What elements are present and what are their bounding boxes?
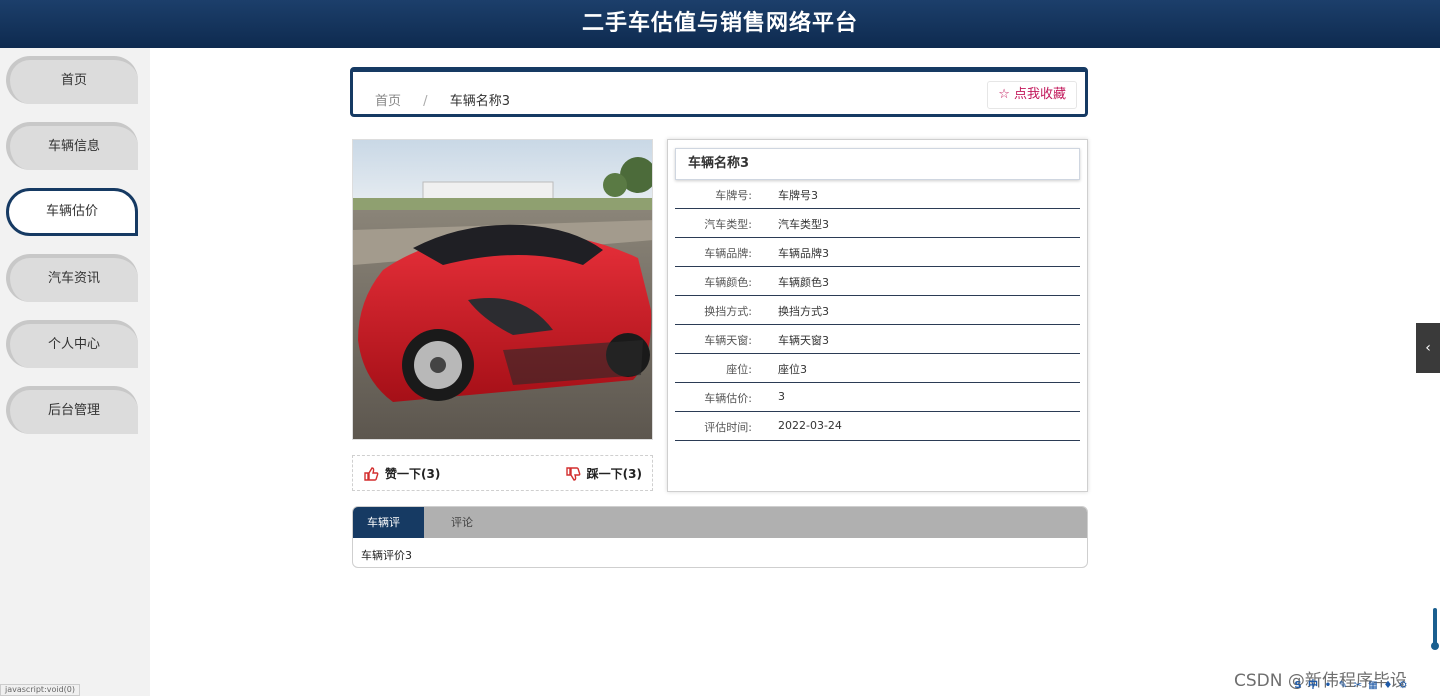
- sidebar-item-admin[interactable]: 后台管理: [6, 386, 138, 434]
- detail-value: 座位3: [778, 363, 807, 376]
- ime-logo-icon[interactable]: S: [1292, 680, 1304, 692]
- detail-value: 车牌号3: [778, 189, 818, 202]
- sidebar-item-vehicle-info[interactable]: 车辆信息: [6, 122, 138, 170]
- detail-row-brand: 车辆品牌: 车辆品牌3: [675, 238, 1080, 267]
- thumbs-up-icon: [364, 466, 379, 481]
- tab-vehicle-review[interactable]: 车辆评价: [353, 507, 424, 560]
- review-tabs: 车辆评价 评论 车辆评价3: [352, 506, 1088, 568]
- detail-key: 车辆颜色:: [704, 276, 752, 289]
- detail-key: 车辆估价:: [704, 392, 752, 405]
- detail-row-color: 车辆颜色: 车辆颜色3: [675, 267, 1080, 296]
- vehicle-photo: [352, 139, 653, 440]
- dislike-label: 踩一下(3): [586, 467, 642, 481]
- page-title: 二手车估值与销售网络平台: [581, 11, 858, 36]
- detail-key: 车辆品牌:: [704, 247, 752, 260]
- scroll-indicator[interactable]: [1431, 608, 1439, 650]
- detail-key: 车牌号:: [715, 189, 752, 202]
- detail-key: 换挡方式:: [704, 305, 752, 318]
- sidebar-item-car-news[interactable]: 汽车资讯: [6, 254, 138, 302]
- breadcrumb-separator: /: [423, 94, 428, 109]
- detail-key: 车辆天窗:: [704, 334, 752, 347]
- detail-row-evaluation-time: 评估时间: 2022-03-24: [675, 412, 1080, 441]
- detail-row-seats: 座位: 座位3: [675, 354, 1080, 383]
- vehicle-name-title: 车辆名称3: [675, 148, 1080, 180]
- detail-key: 汽车类型:: [704, 218, 752, 231]
- detail-row-valuation: 车辆估价: 3: [675, 383, 1080, 412]
- like-button[interactable]: 赞一下(3): [363, 465, 440, 482]
- like-label: 赞一下(3): [385, 467, 441, 481]
- breadcrumb-home-link[interactable]: 首页: [375, 94, 401, 109]
- ime-skin-icon[interactable]: ♦: [1382, 680, 1394, 692]
- ime-mode-icon[interactable]: 中: [1307, 680, 1319, 692]
- detail-value: 车辆天窗3: [778, 334, 829, 347]
- ime-toolbar: S 中 • ✎ ✂ ▦ ♦ ⚙: [1292, 680, 1409, 696]
- detail-row-plate: 车牌号: 车牌号3: [675, 180, 1080, 209]
- detail-value: 换挡方式3: [778, 305, 829, 318]
- ime-tools-icon[interactable]: ✂: [1352, 680, 1364, 692]
- tab-content: 车辆评价3: [361, 549, 412, 562]
- detail-value: 汽车类型3: [778, 218, 829, 231]
- breadcrumb-current: 车辆名称3: [449, 94, 510, 109]
- ime-keyboard-icon[interactable]: ▦: [1367, 680, 1379, 692]
- tab-comments[interactable]: 评论: [437, 507, 487, 538]
- detail-key: 评估时间:: [704, 421, 752, 434]
- ime-punct-icon[interactable]: •: [1322, 680, 1334, 692]
- side-panel-toggle[interactable]: ‹: [1416, 323, 1440, 373]
- favorite-button[interactable]: ☆ 点我收藏: [987, 81, 1077, 109]
- detail-key: 座位:: [726, 363, 752, 376]
- ime-settings-icon[interactable]: ⚙: [1397, 680, 1409, 692]
- status-bar-link: javascript:void(0): [0, 684, 81, 696]
- detail-row-transmission: 换挡方式: 换挡方式3: [675, 296, 1080, 325]
- dislike-button[interactable]: 踩一下(3): [565, 465, 642, 482]
- breadcrumb-bar: 首页 / 车辆名称3 ☆ 点我收藏: [350, 67, 1088, 117]
- favorite-label: 点我收藏: [1013, 87, 1066, 102]
- detail-row-car-type: 汽车类型: 汽车类型3: [675, 209, 1080, 238]
- sidebar-item-personal-center[interactable]: 个人中心: [6, 320, 138, 368]
- vehicle-details-panel: 车辆名称3 车牌号: 车牌号3 汽车类型: 汽车类型3 车辆品牌: 车辆品牌3 车辆颜…: [667, 139, 1088, 492]
- detail-value: 车辆品牌3: [778, 247, 829, 260]
- sidebar-item-home[interactable]: 首页: [6, 56, 138, 104]
- sidebar: 首页 车辆信息 车辆估价 汽车资讯 个人中心 后台管理: [0, 48, 150, 696]
- detail-row-sunroof: 车辆天窗: 车辆天窗3: [675, 325, 1080, 354]
- detail-value: 车辆颜色3: [778, 276, 829, 289]
- breadcrumb: 首页 / 车辆名称3: [375, 90, 510, 109]
- star-outline-icon: ☆: [998, 87, 1010, 102]
- detail-value: 2022-03-24: [778, 419, 842, 432]
- detail-value: 3: [778, 390, 785, 403]
- vote-panel: 赞一下(3) 踩一下(3): [352, 455, 653, 491]
- sidebar-item-vehicle-valuation[interactable]: 车辆估价: [6, 188, 138, 236]
- app-header: 二手车估值与销售网络平台: [0, 0, 1440, 48]
- thumbs-down-icon: [565, 466, 581, 481]
- ime-pen-icon[interactable]: ✎: [1337, 680, 1349, 692]
- chevron-left-icon: ‹: [1425, 340, 1431, 356]
- tab-bar: 车辆评价 评论: [353, 507, 1087, 560]
